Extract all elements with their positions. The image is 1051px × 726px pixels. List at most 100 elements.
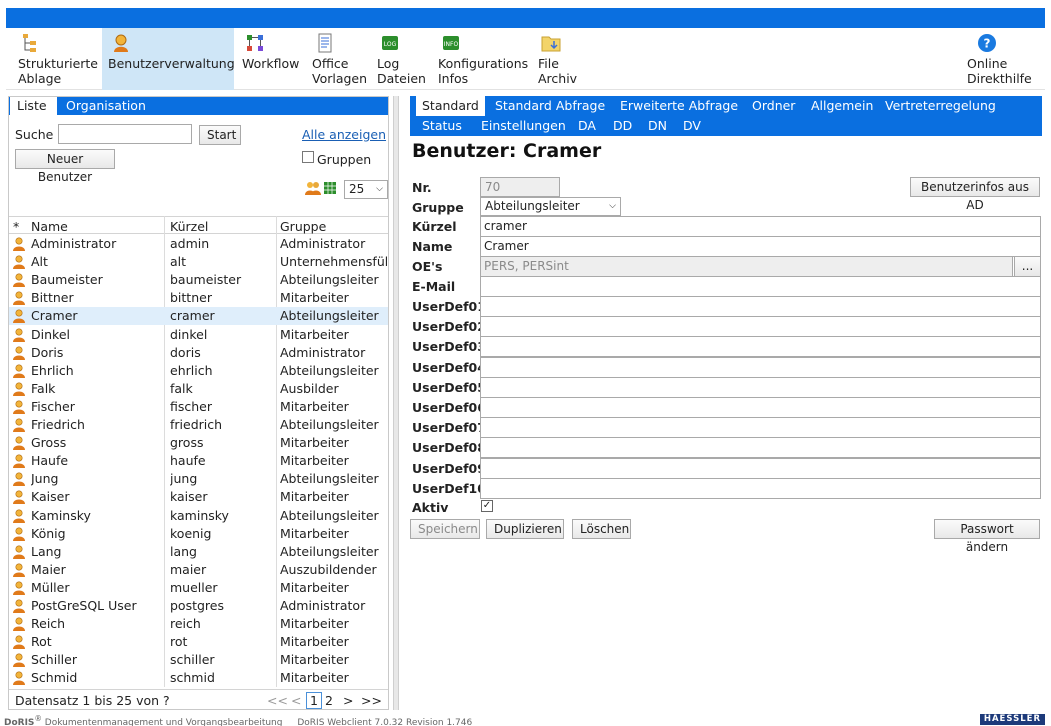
userdef-field[interactable] (480, 296, 1041, 317)
userdef-label: UserDef07 (412, 420, 486, 436)
table-row[interactable]: Rot rot Mitarbeiter (9, 633, 388, 651)
user-icon (13, 508, 25, 523)
tab-status[interactable]: Status (416, 116, 468, 136)
toolbar-user-management[interactable]: Benutzerverwaltung (102, 28, 235, 90)
user-detail-panel: Standard Standard Abfrage Erweiterte Abf… (407, 96, 1045, 710)
table-row[interactable]: Doris doris Administrator (9, 344, 388, 362)
toolbar-structured-storage[interactable]: Strukturierte Ablage (12, 28, 100, 90)
userdef-field[interactable] (480, 397, 1041, 418)
delete-button[interactable]: Löschen (572, 519, 631, 539)
tab-general[interactable]: Allgemein (805, 96, 879, 116)
cell-kuerzel: haufe (170, 453, 206, 469)
cell-kuerzel: kaiser (170, 489, 208, 505)
cell-gruppe: Mitarbeiter (280, 489, 349, 505)
tab-organisation[interactable]: Organisation (59, 97, 153, 115)
pager-page-1[interactable]: 1 (306, 692, 322, 709)
table-row[interactable]: Friedrich friedrich Abteilungsleiter (9, 416, 388, 434)
export-table-icon[interactable] (323, 181, 337, 195)
tab-standard[interactable]: Standard (416, 96, 485, 116)
search-input[interactable] (58, 124, 192, 144)
cell-name: König (31, 525, 66, 541)
userdef-label: UserDef04 (412, 359, 486, 375)
table-row[interactable]: Kaminsky kaminsky Abteilungsleiter (9, 507, 388, 525)
cell-gruppe: Mitarbeiter (280, 525, 349, 541)
group-select[interactable]: Abteilungsleiter ⌵ (480, 197, 621, 216)
pager-last[interactable]: >> (361, 693, 382, 708)
table-row[interactable]: Lang lang Abteilungsleiter (9, 543, 388, 561)
tab-dv[interactable]: DV (677, 116, 707, 136)
active-checkbox[interactable]: ✓ (481, 500, 493, 512)
pager-next[interactable]: > (343, 693, 353, 708)
userdef-field[interactable] (480, 477, 1041, 499)
users-group-icon[interactable] (305, 181, 321, 195)
table-row[interactable]: König koenig Mitarbeiter (9, 525, 388, 543)
col-header-name[interactable]: Name (31, 219, 68, 234)
table-row[interactable]: Haufe haufe Mitarbeiter (9, 452, 388, 470)
table-row[interactable]: Schiller schiller Mitarbeiter (9, 651, 388, 669)
tab-standard-query[interactable]: Standard Abfrage (489, 96, 611, 116)
table-row[interactable]: Dinkel dinkel Mitarbeiter (9, 326, 388, 344)
tab-da[interactable]: DA (572, 116, 602, 136)
oes-picker-button[interactable]: ... (1014, 256, 1041, 277)
tab-extended-query[interactable]: Erweiterte Abfrage (614, 96, 744, 116)
userdef-field[interactable] (480, 316, 1041, 338)
toolbar-file-archive[interactable]: File Archiv (532, 28, 584, 90)
footer-brand: DoRIS (4, 718, 35, 726)
start-button[interactable]: Start (199, 125, 241, 145)
userdef-field[interactable] (480, 437, 1041, 459)
tab-dn[interactable]: DN (642, 116, 673, 136)
email-field[interactable] (480, 276, 1041, 297)
col-header-kuerzel[interactable]: Kürzel (170, 219, 208, 234)
table-row[interactable]: Schmid schmid Mitarbeiter (9, 669, 388, 687)
userdef-field[interactable] (480, 336, 1041, 358)
toolbar-workflow[interactable]: Workflow (236, 28, 299, 90)
show-all-link[interactable]: Alle anzeigen (302, 127, 386, 142)
table-row[interactable]: Cramer cramer Abteilungsleiter (9, 307, 388, 326)
new-user-button[interactable]: Neuer Benutzer (15, 149, 115, 184)
col-header-gruppe[interactable]: Gruppe (280, 219, 326, 234)
table-row[interactable]: Fischer fischer Mitarbeiter (9, 398, 388, 416)
name-field[interactable]: Cramer (480, 236, 1041, 257)
userdef-field[interactable] (480, 376, 1041, 398)
panel-splitter[interactable] (393, 96, 399, 710)
groups-checkbox[interactable] (302, 151, 314, 163)
table-row[interactable]: Reich reich Mitarbeiter (9, 615, 388, 633)
toolbar-log-files[interactable]: LOG Log Dateien (371, 28, 429, 90)
userdef-field[interactable] (480, 417, 1041, 439)
table-row[interactable]: Maier maier Auszubildender (9, 561, 388, 579)
kuerzel-field[interactable]: cramer (480, 216, 1041, 237)
userdef-field[interactable] (480, 356, 1041, 378)
table-row[interactable]: PostGreSQL User postgres Administrator (9, 597, 388, 615)
tab-settings[interactable]: Einstellungen (475, 116, 572, 136)
toolbar-online-help[interactable]: ? Online Direkthilfe (961, 28, 1041, 90)
table-row[interactable]: Alt alt Unternehmensführu (9, 253, 388, 271)
tab-list[interactable]: Liste (9, 97, 57, 115)
toolbar-config-infos[interactable]: INFO Konfigurations Infos (432, 28, 528, 90)
table-row[interactable]: Baumeister baumeister Abteilungsleiter (9, 271, 388, 289)
save-button[interactable]: Speichern (410, 519, 480, 539)
col-header-star[interactable]: * (13, 219, 19, 234)
table-row[interactable]: Bittner bittner Mitarbeiter (9, 289, 388, 307)
tab-substitution[interactable]: Vertreterregelung (879, 96, 1002, 116)
toolbar-office-templates[interactable]: Office Vorlagen (306, 28, 368, 90)
pager-first[interactable]: << (267, 693, 288, 708)
pager-page-2[interactable]: 2 (325, 693, 333, 708)
table-row[interactable]: Kaiser kaiser Mitarbeiter (9, 488, 388, 506)
change-password-button[interactable]: Passwort ändern (934, 519, 1040, 554)
userdef-field[interactable] (480, 457, 1041, 479)
toolbar-label: Strukturierte (18, 56, 98, 71)
grid-header: * Name Kürzel Gruppe (9, 216, 388, 234)
table-row[interactable]: Müller mueller Mitarbeiter (9, 579, 388, 597)
tab-dd[interactable]: DD (607, 116, 638, 136)
table-row[interactable]: Jung jung Abteilungsleiter (9, 470, 388, 488)
cell-name: Rot (31, 634, 52, 650)
table-row[interactable]: Gross gross Mitarbeiter (9, 434, 388, 452)
table-row[interactable]: Ehrlich ehrlich Abteilungsleiter (9, 362, 388, 380)
ad-info-button[interactable]: Benutzerinfos aus AD (910, 177, 1040, 212)
page-size-select[interactable]: 25 ⌵ (344, 180, 388, 199)
pager-prev[interactable]: < (291, 693, 301, 708)
duplicate-button[interactable]: Duplizieren (486, 519, 564, 539)
table-row[interactable]: Administrator admin Administrator (9, 235, 388, 253)
tab-folder[interactable]: Ordner (746, 96, 801, 116)
table-row[interactable]: Falk falk Ausbilder (9, 380, 388, 398)
